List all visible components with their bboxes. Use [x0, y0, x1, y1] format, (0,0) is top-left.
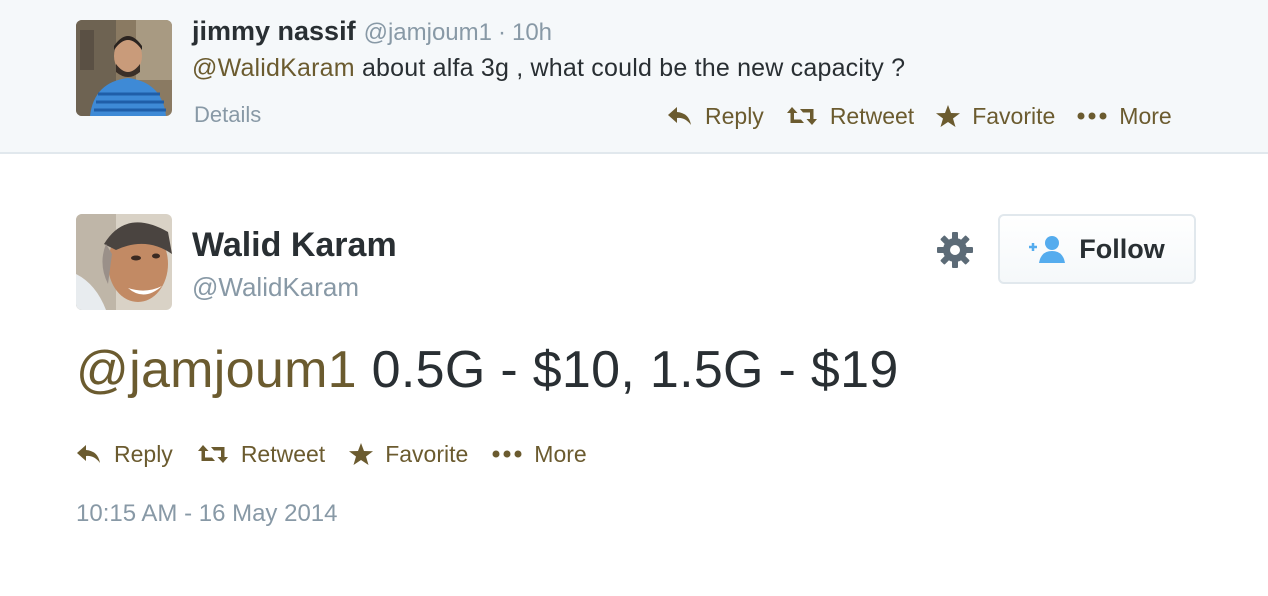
tweet-actions: Reply Retweet Favorite More: [76, 438, 611, 470]
retweet-icon: [197, 443, 229, 465]
retweet-icon: [786, 105, 818, 127]
tweet-header: jimmy nassif @jamjoum1 · 10h: [192, 16, 552, 50]
favorite-label: Favorite: [385, 440, 469, 467]
separator-dot: ·: [497, 19, 506, 46]
add-user-icon: [1029, 235, 1067, 263]
retweet-label: Retweet: [829, 102, 915, 129]
reply-label: Reply: [114, 440, 173, 467]
reply-label: Reply: [705, 102, 764, 129]
user-handle[interactable]: @WalidKaram: [192, 272, 359, 303]
more-label: More: [534, 440, 587, 467]
reply-icon: [667, 105, 693, 127]
details-link[interactable]: Details: [194, 102, 261, 128]
retweet-button[interactable]: Retweet: [197, 441, 325, 468]
tweet-body: about alfa 3g , what could be the new ca…: [354, 54, 906, 82]
favorite-button[interactable]: Favorite: [349, 441, 468, 468]
star-icon: [936, 105, 961, 127]
avatar[interactable]: [76, 214, 172, 310]
star-icon: [349, 443, 374, 465]
user-handle[interactable]: @jamjoum1: [364, 19, 492, 47]
mention-link[interactable]: @WalidKaram: [192, 54, 355, 82]
reply-icon: [76, 443, 102, 465]
more-button[interactable]: More: [1077, 102, 1172, 130]
mention-link[interactable]: @jamjoum1: [76, 341, 357, 399]
reply-button[interactable]: Reply: [667, 103, 764, 130]
gear-icon[interactable]: [936, 231, 974, 269]
tweet-timestamp[interactable]: 10:15 AM - 16 May 2014: [76, 500, 338, 528]
tweet-time[interactable]: 10h: [512, 19, 552, 47]
follow-label: Follow: [1079, 233, 1165, 264]
ellipsis-icon: [1077, 112, 1107, 120]
more-button[interactable]: More: [492, 440, 587, 468]
ellipsis-icon: [492, 450, 522, 458]
more-label: More: [1119, 102, 1172, 129]
reply-button[interactable]: Reply: [76, 441, 173, 468]
tweet-text: @WalidKaram about alfa 3g , what could b…: [192, 54, 905, 83]
tweet-body: 0.5G - $10, 1.5G - $19: [356, 341, 899, 399]
user-fullname[interactable]: Walid Karam: [192, 226, 397, 265]
avatar[interactable]: [76, 20, 172, 116]
user-photo: [76, 214, 172, 310]
favorite-button[interactable]: Favorite: [936, 103, 1055, 130]
user-photo: [76, 20, 172, 116]
retweet-button[interactable]: Retweet: [786, 103, 914, 130]
follow-button[interactable]: Follow: [998, 214, 1196, 284]
tweet-actions: Reply Retweet Favorite More: [667, 100, 1172, 132]
user-fullname[interactable]: jimmy nassif: [192, 16, 356, 47]
favorite-label: Favorite: [972, 102, 1056, 129]
reply-tweet: jimmy nassif @jamjoum1 · 10h @WalidKaram…: [0, 0, 1268, 154]
tweet-text: @jamjoum1 0.5G - $10, 1.5G - $19: [76, 340, 899, 400]
retweet-label: Retweet: [240, 440, 326, 467]
